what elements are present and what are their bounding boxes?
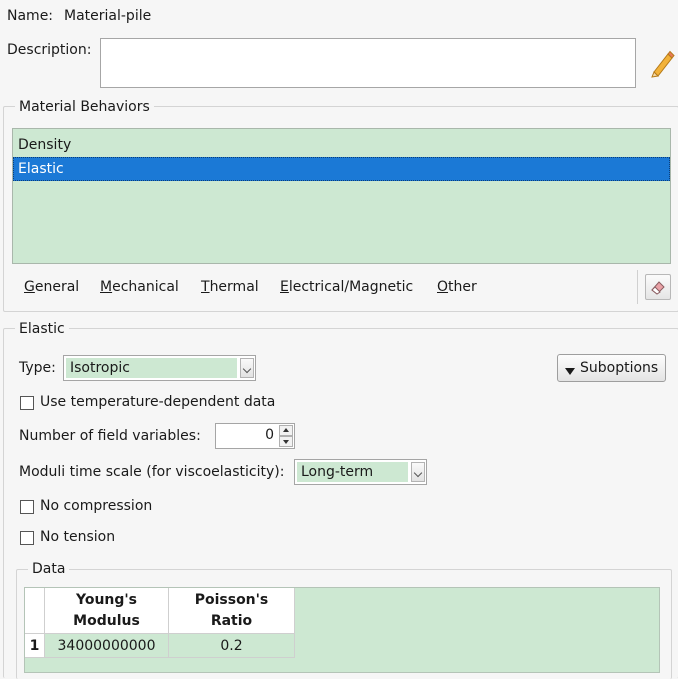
chevron-down-icon bbox=[411, 462, 425, 482]
material-behaviors-title: Material Behaviors bbox=[15, 99, 154, 115]
behavior-density[interactable]: Density bbox=[13, 133, 670, 157]
chevron-down-icon bbox=[240, 358, 254, 378]
description-field[interactable] bbox=[100, 38, 636, 88]
name-value: Material-pile bbox=[64, 8, 152, 24]
eraser-icon bbox=[649, 278, 667, 300]
field-variables-spinner[interactable]: 0 bbox=[215, 423, 295, 449]
field-variables-label: Number of field variables: bbox=[19, 428, 201, 444]
type-label: Type: bbox=[19, 360, 56, 376]
row-index: 1 bbox=[25, 634, 45, 658]
pencil-icon[interactable] bbox=[648, 48, 676, 78]
column-header-youngs-modulus[interactable]: Young's Modulus bbox=[45, 588, 169, 634]
suboptions-button[interactable]: Suboptions bbox=[557, 354, 666, 382]
elastic-title: Elastic bbox=[15, 321, 69, 337]
material-behaviors-list[interactable]: Density Elastic bbox=[12, 128, 671, 264]
cell-poissons-ratio[interactable]: 0.2 bbox=[169, 634, 295, 658]
data-title: Data bbox=[28, 561, 70, 577]
type-value: Isotropic bbox=[66, 358, 237, 378]
type-combo[interactable]: Isotropic bbox=[63, 355, 256, 381]
cell-youngs-modulus[interactable]: 34000000000 bbox=[45, 634, 169, 658]
menu-other[interactable]: Other bbox=[437, 279, 477, 295]
no-compression-checkbox[interactable] bbox=[20, 500, 34, 514]
row-header-corner bbox=[25, 588, 45, 634]
behavior-elastic[interactable]: Elastic bbox=[13, 157, 670, 181]
field-variables-value: 0 bbox=[265, 427, 274, 443]
moduli-time-scale-combo[interactable]: Long-term bbox=[294, 459, 427, 485]
no-tension-checkbox[interactable] bbox=[20, 531, 34, 545]
menu-electrical-magnetic[interactable]: Electrical/Magnetic bbox=[280, 279, 413, 295]
description-label: Description: bbox=[7, 42, 92, 58]
menu-mechanical[interactable]: Mechanical bbox=[100, 279, 179, 295]
use-temperature-label: Use temperature-dependent data bbox=[40, 394, 276, 410]
name-label: Name: bbox=[7, 8, 54, 24]
delete-behavior-button[interactable] bbox=[645, 274, 671, 300]
no-compression-label: No compression bbox=[40, 498, 153, 514]
triangle-down-icon bbox=[565, 364, 575, 380]
column-header-poissons-ratio[interactable]: Poisson's Ratio bbox=[169, 588, 295, 634]
menu-thermal[interactable]: Thermal bbox=[201, 279, 259, 295]
no-tension-label: No tension bbox=[40, 529, 116, 545]
spinner-arrows-icon[interactable] bbox=[279, 425, 293, 447]
use-temperature-checkbox[interactable] bbox=[20, 396, 34, 410]
moduli-time-scale-value: Long-term bbox=[297, 462, 408, 482]
menu-divider bbox=[637, 270, 638, 304]
data-table[interactable]: Young's Modulus Poisson's Ratio 1 340000… bbox=[24, 587, 660, 673]
moduli-time-scale-label: Moduli time scale (for viscoelasticity): bbox=[19, 464, 285, 480]
menu-general[interactable]: General bbox=[24, 279, 79, 295]
suboptions-label: Suboptions bbox=[580, 360, 659, 376]
